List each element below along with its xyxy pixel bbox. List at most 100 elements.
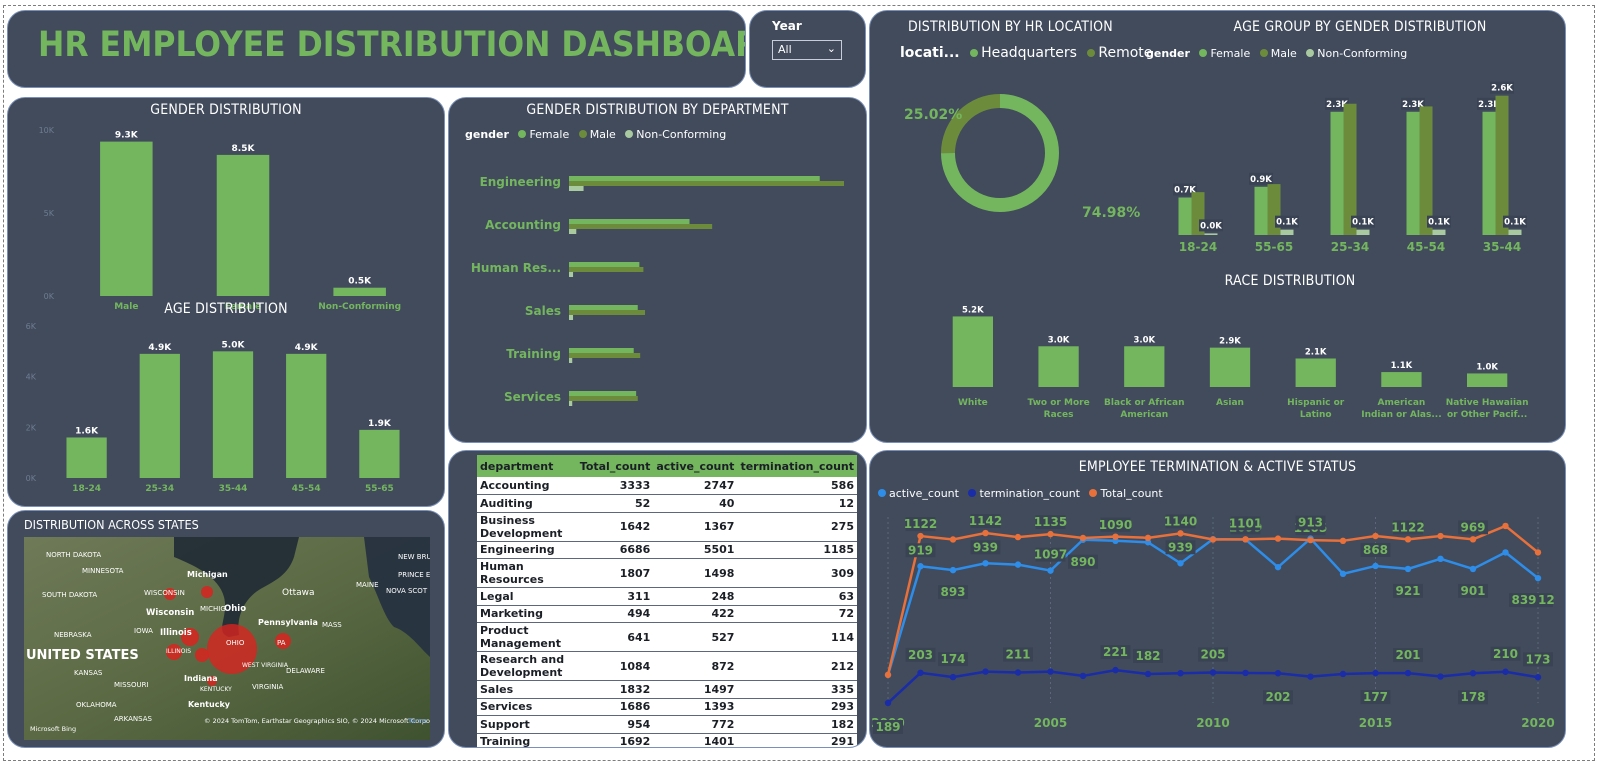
data-point[interactable] [949, 536, 957, 543]
bar[interactable] [1038, 346, 1079, 387]
data-point[interactable] [1534, 674, 1542, 681]
data-point[interactable] [1274, 535, 1282, 542]
data-point[interactable] [884, 699, 892, 707]
data-point[interactable] [1534, 574, 1542, 582]
bar[interactable] [1495, 95, 1509, 235]
bar[interactable] [952, 316, 993, 387]
data-point[interactable] [1502, 549, 1509, 556]
table-row[interactable]: Human Resources 1807 1498 309 [477, 558, 857, 588]
data-point[interactable] [1274, 563, 1282, 571]
data-point[interactable] [1339, 570, 1347, 578]
bar[interactable] [569, 391, 637, 396]
bar[interactable] [1204, 233, 1218, 235]
data-point[interactable] [1177, 560, 1184, 567]
bar[interactable] [569, 401, 573, 406]
bar[interactable] [1381, 372, 1422, 387]
bar[interactable] [569, 176, 820, 181]
data-point[interactable] [949, 566, 957, 574]
table-header[interactable]: active_count [653, 455, 738, 477]
data-point[interactable] [1209, 669, 1217, 676]
bar[interactable] [1356, 229, 1370, 235]
states-map[interactable]: NORTH DAKOTA MINNESOTA Michigan SOUTH DAKOT… [24, 537, 430, 740]
data-point[interactable] [1469, 670, 1477, 677]
data-point[interactable] [1502, 668, 1509, 675]
data-point[interactable] [1014, 533, 1022, 541]
bar[interactable] [1406, 111, 1420, 235]
bar[interactable] [1330, 111, 1344, 235]
table-row[interactable]: Legal 311 248 63 [477, 587, 857, 606]
bar[interactable] [1178, 197, 1192, 236]
table-row[interactable]: Support 954 772 182 [477, 715, 857, 734]
data-point[interactable] [1144, 534, 1152, 542]
data-point[interactable] [917, 563, 924, 570]
table-header[interactable]: department [477, 455, 577, 477]
data-point[interactable] [1047, 668, 1054, 675]
data-point[interactable] [1372, 669, 1379, 677]
bar[interactable] [1209, 347, 1251, 387]
table-row[interactable]: Product Management 641 527 114 [477, 622, 857, 652]
bar[interactable] [569, 315, 574, 320]
table-row[interactable]: Marketing 494 422 72 [477, 605, 857, 623]
data-point[interactable] [1242, 669, 1249, 677]
bar[interactable] [1280, 229, 1294, 235]
table-row[interactable]: Research and Development 1084 872 212 [477, 651, 857, 681]
bar[interactable] [1254, 186, 1268, 235]
data-point[interactable] [1469, 565, 1477, 573]
data-point[interactable] [917, 532, 924, 540]
bar[interactable] [569, 224, 713, 229]
table-row[interactable]: Accounting 3333 2747 586 [477, 477, 857, 495]
bar[interactable] [1482, 111, 1496, 235]
bar[interactable] [66, 437, 107, 478]
bar[interactable] [569, 219, 690, 224]
data-point[interactable] [1242, 536, 1249, 543]
bar[interactable] [216, 154, 270, 296]
bar[interactable] [569, 348, 634, 353]
bar[interactable] [569, 353, 641, 358]
data-point[interactable] [1112, 666, 1119, 674]
bar[interactable] [569, 396, 638, 401]
data-point[interactable] [1469, 536, 1477, 543]
table-header[interactable]: Total_count [576, 455, 654, 477]
year-dropdown[interactable]: All ⌄ [772, 40, 842, 60]
bar[interactable] [1343, 103, 1357, 235]
bar[interactable] [1432, 229, 1446, 235]
table-header[interactable]: termination_count [737, 455, 857, 477]
data-point[interactable] [1339, 670, 1347, 678]
bar[interactable] [569, 358, 573, 363]
bar[interactable] [212, 351, 254, 478]
bar[interactable] [569, 310, 646, 315]
data-point[interactable] [1404, 536, 1412, 543]
data-point[interactable] [1372, 562, 1379, 570]
table-row[interactable]: Services 1686 1393 293 [477, 698, 857, 716]
bar[interactable] [569, 186, 584, 191]
bar[interactable] [1295, 358, 1336, 388]
bar[interactable] [100, 141, 153, 296]
bar[interactable] [1124, 346, 1165, 387]
data-point[interactable] [1502, 522, 1509, 530]
bar[interactable] [359, 429, 400, 478]
data-point[interactable] [982, 668, 989, 675]
data-point[interactable] [1177, 530, 1184, 537]
data-point[interactable] [1079, 534, 1087, 542]
data-point[interactable] [1534, 549, 1542, 556]
data-point[interactable] [884, 671, 892, 679]
data-point[interactable] [1177, 670, 1184, 677]
data-point[interactable] [949, 673, 957, 681]
table-row[interactable]: Sales 1832 1497 335 [477, 680, 857, 699]
map-terms-link[interactable]: Terms [407, 717, 428, 725]
table-row[interactable]: Business Development 1642 1367 275 [477, 512, 857, 542]
table-row[interactable]: Engineering 6686 5501 1185 [477, 541, 857, 559]
data-point[interactable] [1079, 672, 1087, 680]
data-point[interactable] [1047, 530, 1054, 538]
data-point[interactable] [1112, 533, 1119, 540]
data-point[interactable] [1437, 555, 1444, 563]
data-point[interactable] [1404, 669, 1412, 677]
table-row[interactable]: Training 1692 1401 291 [477, 733, 857, 747]
data-point[interactable] [982, 560, 989, 567]
data-point[interactable] [1274, 670, 1282, 677]
bar[interactable] [333, 287, 386, 296]
bar[interactable] [139, 353, 180, 478]
data-point[interactable] [1372, 532, 1379, 540]
data-point[interactable] [1014, 669, 1022, 676]
bar[interactable] [1508, 229, 1522, 235]
